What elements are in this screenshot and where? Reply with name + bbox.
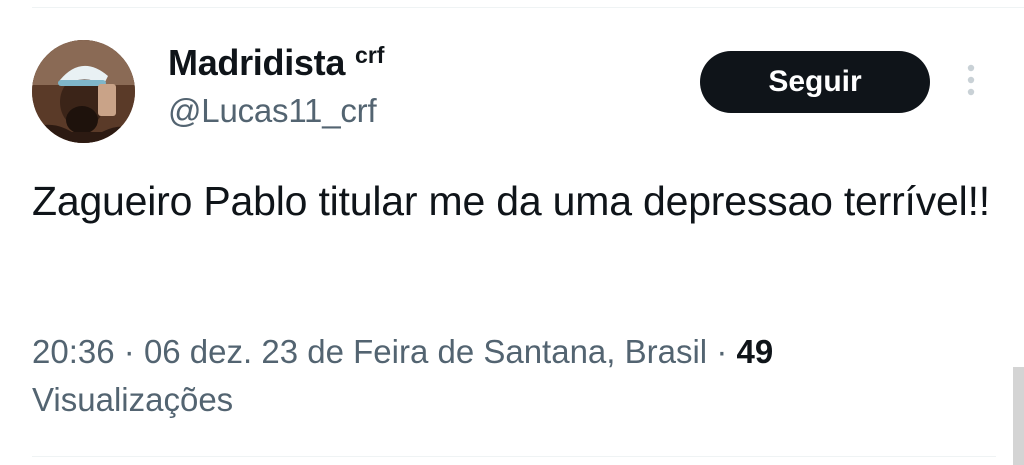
avatar[interactable]: [32, 40, 135, 143]
tweet-location: de Feira de Santana, Brasil: [307, 333, 708, 370]
bottom-divider: [32, 456, 996, 457]
author-name-suffix: crf: [355, 42, 385, 68]
display-name-row: Madridista crf: [168, 38, 384, 88]
views-count[interactable]: 49: [736, 333, 773, 370]
follow-button[interactable]: Seguir: [700, 51, 930, 113]
meta-separator-2: ·: [716, 333, 728, 370]
more-vertical-icon: [967, 64, 975, 96]
tweet-card: Madridista crf @Lucas11_crf Seguir Zague…: [0, 0, 1024, 465]
author-info: Madridista crf @Lucas11_crf: [168, 38, 384, 132]
top-divider: [32, 7, 1024, 8]
views-label[interactable]: Visualizações: [32, 381, 233, 418]
more-options-button[interactable]: [956, 60, 986, 104]
author-display-name[interactable]: Madridista: [168, 38, 345, 88]
tweet-time[interactable]: 20:36: [32, 333, 115, 370]
avatar-photo: [32, 40, 135, 143]
meta-separator: ·: [123, 333, 135, 370]
tweet-date[interactable]: 06 dez. 23: [144, 333, 298, 370]
scrollbar[interactable]: [1013, 367, 1024, 465]
tweet-meta: 20:36 · 06 dez. 23 de Feira de Santana, …: [32, 328, 932, 424]
tweet-text: Zagueiro Pablo titular me da uma depress…: [32, 178, 990, 224]
author-handle[interactable]: @Lucas11_crf: [168, 90, 384, 132]
